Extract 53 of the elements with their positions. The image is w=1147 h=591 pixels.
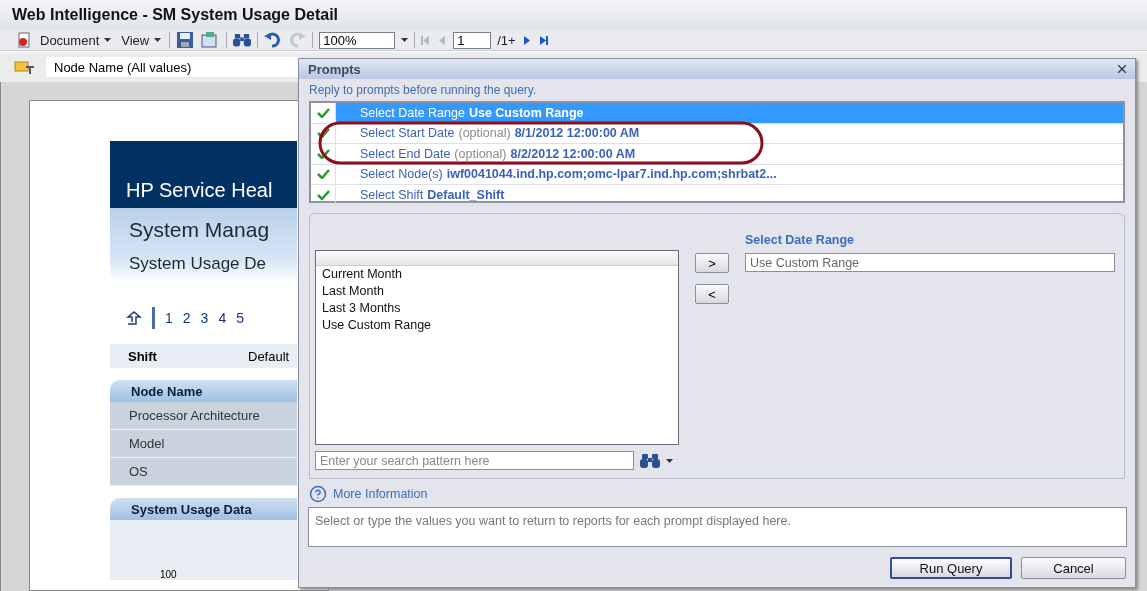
- menu-button[interactable]: Document: [38, 32, 114, 48]
- filter-icon[interactable]: [14, 59, 36, 75]
- document-icon[interactable]: [16, 32, 32, 48]
- page-link[interactable]: 3: [200, 310, 209, 326]
- menu-button[interactable]: View: [119, 32, 164, 48]
- window-title: Web Intelligence - SM System Usage Detail: [12, 6, 339, 24]
- report-title: System Manag: [129, 218, 271, 242]
- report-banner: HP Service Heal: [110, 141, 297, 208]
- dialog-button[interactable]: Cancel: [1021, 557, 1126, 579]
- save-icon[interactable]: [176, 31, 195, 49]
- table-cell: Processor Architecture: [110, 402, 297, 430]
- page-link[interactable]: 1: [165, 310, 173, 326]
- shift-value: Default: [248, 348, 290, 364]
- caret-icon: [401, 38, 409, 42]
- zoom-field[interactable]: 100%: [319, 31, 396, 49]
- prompt-item[interactable]: Select End Date (optional) 8/2/2012 12:00:00 AM: [336, 144, 1123, 164]
- page-link[interactable]: 2: [182, 310, 191, 326]
- remove-button[interactable]: <: [695, 284, 729, 304]
- table-cell: OS: [110, 458, 297, 486]
- description-box: Select or type the values you want to return to reports for each prompt displayed here.: [308, 507, 1127, 547]
- selection-label: Select Date Range: [745, 233, 856, 247]
- caret-icon: [154, 38, 162, 42]
- help-icon[interactable]: [309, 485, 327, 503]
- prompt-item[interactable]: Select Start Date (optional) 8/1/2012 12:00:00 AM: [336, 123, 1123, 143]
- list-item[interactable]: Last 3 Months: [316, 300, 678, 317]
- prompt-item[interactable]: Select Shift Default_Shift: [336, 185, 1123, 205]
- list-item[interactable]: Last Month: [316, 283, 678, 300]
- axis-label: 100: [160, 569, 177, 580]
- more-information-link[interactable]: More Information: [333, 487, 428, 501]
- page-link[interactable]: 4: [218, 310, 227, 326]
- undo-icon[interactable]: [264, 32, 283, 48]
- shift-label: Shift: [128, 348, 158, 364]
- report-subtitle: System Usage De: [129, 254, 267, 274]
- prompt-item[interactable]: Select Node(s) iwf0041044.ind.hp.com;omc-lpar7.ind.hp.com;shrbat2...: [336, 164, 1123, 184]
- page-field[interactable]: 1: [453, 31, 492, 49]
- filter-field[interactable]: Node Name (All values): [46, 57, 298, 77]
- caret-icon: [666, 458, 673, 463]
- close-icon[interactable]: [1115, 62, 1129, 76]
- caret-icon: [104, 38, 112, 42]
- table-cell: Model: [110, 430, 297, 458]
- section-header: Node Name: [110, 380, 297, 402]
- dialog-title: Prompts: [308, 61, 361, 77]
- dialog-button[interactable]: Run Query: [890, 557, 1012, 579]
- zoom-dropdown[interactable]: [401, 38, 409, 42]
- dialog-intro: Reply to prompts before running the query.: [308, 82, 538, 99]
- add-button[interactable]: >: [695, 253, 729, 273]
- search-field[interactable]: Enter your search pattern here: [315, 451, 634, 470]
- section-header: System Usage Data: [110, 498, 297, 520]
- list-item[interactable]: Use Custom Range: [316, 317, 678, 334]
- list-item[interactable]: Current Month: [316, 266, 678, 283]
- selection-field[interactable]: Use Custom Range: [745, 253, 1115, 272]
- page-link[interactable]: 5: [236, 310, 244, 326]
- page-count: /1+: [497, 32, 516, 48]
